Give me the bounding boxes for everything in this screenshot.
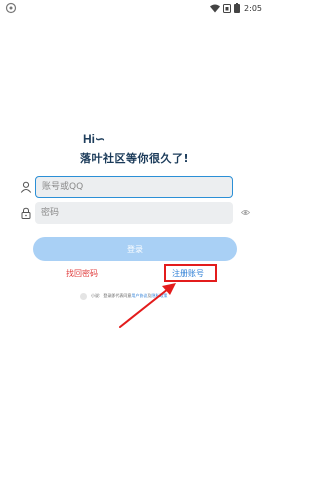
forgot-password-link[interactable]: 找回密码 <box>66 268 98 279</box>
login-button[interactable]: 登录 <box>33 237 237 261</box>
agreement-checkbox[interactable] <box>80 292 87 300</box>
login-screen: 2:05 Hi∽ 落叶社区等你很久了! 登录 找回密码 注册账号 小说: 登录即… <box>0 0 270 481</box>
app-logo: Hi∽ <box>83 132 106 146</box>
welcome-title: 落叶社区等你很久了! <box>80 152 190 165</box>
status-bar: 2:05 <box>0 0 270 16</box>
app-notification-icon <box>5 2 17 14</box>
status-right: 2:05 <box>210 2 262 14</box>
user-icon <box>20 181 32 193</box>
password-input[interactable] <box>35 202 233 224</box>
annotation-arrow-icon <box>119 283 176 328</box>
agreement-prefix: 小说: <box>91 293 101 298</box>
status-time: 2:05 <box>244 3 262 13</box>
wifi-icon <box>210 4 221 12</box>
battery-icon <box>234 3 241 13</box>
sim-icon <box>223 3 232 13</box>
lock-icon <box>21 207 31 219</box>
show-password-icon[interactable] <box>241 208 250 217</box>
account-input[interactable] <box>35 176 233 198</box>
